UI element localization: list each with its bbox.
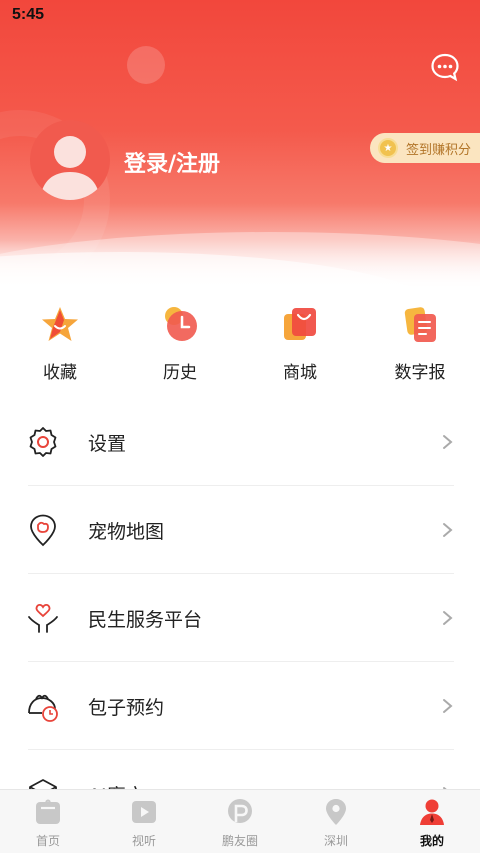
location-pin-icon — [326, 799, 346, 825]
chevron-right-icon — [443, 435, 453, 449]
bun-clock-icon — [28, 694, 58, 722]
header-fade — [0, 240, 480, 290]
tab-label: 鹏友圈 — [221, 834, 258, 848]
menu-item-settings[interactable]: 设置 — [0, 398, 480, 486]
checkin-label: 签到赚积分 — [406, 142, 472, 158]
menu-label: 包子预约 — [88, 696, 165, 719]
tab-home[interactable]: 首页 — [0, 790, 96, 853]
quick-label: 商城 — [283, 363, 317, 383]
menu-item-pet-map[interactable]: 宠物地图 — [0, 486, 480, 574]
bottom-tab-bar: 首页 视听 鹏友圈 深圳 我的 — [0, 789, 480, 853]
clock-icon — [165, 307, 197, 341]
gear-icon — [29, 427, 57, 457]
message-icon[interactable] — [430, 52, 460, 82]
pet-map-icon — [30, 514, 56, 547]
profile-page: 5:45 登录/注册 ★ 签到赚积分 收藏 历史 商城 数字报 设置 宠物地图 … — [0, 0, 480, 853]
quick-label: 数字报 — [394, 363, 446, 383]
decorative-bubble — [127, 46, 165, 84]
user-icon — [420, 799, 444, 825]
tab-shenzhen[interactable]: 深圳 — [288, 790, 384, 853]
menu-label: 民生服务平台 — [88, 608, 203, 631]
menu-item-bun-reservation[interactable]: 包子预约 — [0, 662, 480, 750]
quick-history[interactable]: 历史 — [120, 302, 240, 383]
quick-mall[interactable]: 商城 — [240, 302, 360, 383]
tab-mine[interactable]: 我的 — [384, 790, 480, 853]
menu-item-livelihood-service[interactable]: 民生服务平台 — [0, 574, 480, 662]
shopping-bag-icon — [284, 308, 316, 340]
quick-label: 历史 — [163, 363, 197, 383]
tab-label: 视听 — [131, 834, 156, 848]
quick-label: 收藏 — [43, 363, 77, 383]
checkin-button[interactable]: ★ 签到赚积分 — [370, 133, 480, 163]
quick-favorites[interactable]: 收藏 — [0, 302, 120, 383]
chevron-right-icon — [443, 523, 453, 537]
tab-label: 首页 — [35, 834, 60, 848]
star-icon — [42, 307, 78, 341]
menu-list: 设置 宠物地图 民生服务平台 包子预约 — [0, 398, 480, 838]
coin-icon: ★ — [378, 138, 398, 158]
menu-label: 宠物地图 — [88, 520, 165, 543]
quick-actions: 收藏 历史 商城 数字报 — [0, 302, 480, 383]
chevron-right-icon — [443, 611, 453, 625]
home-icon — [36, 799, 60, 824]
tab-audio-video[interactable]: 视听 — [96, 790, 192, 853]
newspaper-icon — [404, 307, 436, 342]
menu-label: 设置 — [88, 432, 127, 455]
tab-label: 深圳 — [323, 834, 348, 848]
chevron-right-icon — [443, 699, 453, 713]
default-avatar-icon — [40, 136, 100, 200]
login-register-link[interactable]: 登录/注册 — [124, 146, 220, 178]
avatar[interactable] — [30, 120, 110, 200]
tab-friends-circle[interactable]: 鹏友圈 — [192, 790, 288, 853]
quick-digital-paper[interactable]: 数字报 — [360, 302, 480, 383]
status-time: 5:45 — [12, 6, 45, 23]
play-icon — [132, 801, 156, 823]
tab-label: 我的 — [419, 834, 444, 848]
heart-hands-icon — [28, 603, 58, 633]
circle-p-icon — [228, 799, 252, 823]
